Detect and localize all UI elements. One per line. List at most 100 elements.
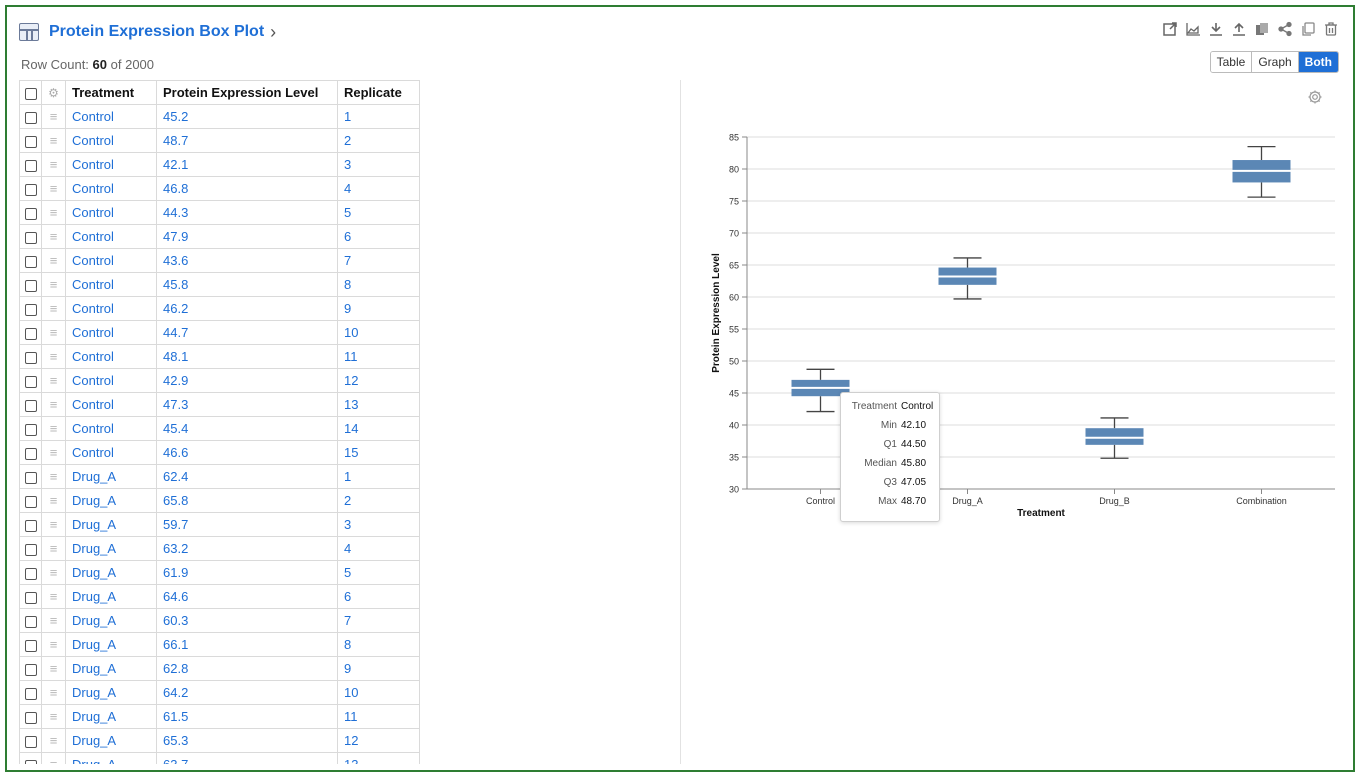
column-header-replicate[interactable]: Replicate: [337, 80, 420, 105]
column-header-protein-level[interactable]: Protein Expression Level: [156, 80, 338, 105]
share-icon[interactable]: [1277, 21, 1293, 37]
cell-protein-level[interactable]: 63.2: [156, 536, 338, 561]
drag-handle-icon[interactable]: ≡: [50, 397, 58, 412]
table-row[interactable]: ≡ Drug_A 62.8 9: [19, 656, 420, 681]
cell-replicate[interactable]: 10: [337, 320, 420, 345]
cell-protein-level[interactable]: 63.7: [156, 752, 338, 764]
cell-replicate[interactable]: 1: [337, 464, 420, 489]
cell-replicate[interactable]: 4: [337, 536, 420, 561]
row-checkbox[interactable]: [24, 303, 37, 316]
table-row[interactable]: ≡ Drug_A 65.8 2: [19, 488, 420, 513]
table-row[interactable]: ≡ Drug_A 61.5 11: [19, 704, 420, 729]
cell-protein-level[interactable]: 59.7: [156, 512, 338, 537]
row-checkbox[interactable]: [24, 159, 37, 172]
cell-replicate[interactable]: 15: [337, 440, 420, 465]
cell-treatment[interactable]: Control: [65, 320, 157, 345]
cell-replicate[interactable]: 9: [337, 656, 420, 681]
drag-handle-icon[interactable]: ≡: [50, 493, 58, 508]
row-checkbox[interactable]: [24, 399, 37, 412]
cell-replicate[interactable]: 3: [337, 512, 420, 537]
drag-handle-icon[interactable]: ≡: [50, 445, 58, 460]
drag-handle-icon[interactable]: ≡: [50, 709, 58, 724]
table-row[interactable]: ≡ Control 47.3 13: [19, 392, 420, 417]
cell-replicate[interactable]: 8: [337, 272, 420, 297]
table-row[interactable]: ≡ Control 44.7 10: [19, 320, 420, 345]
row-checkbox[interactable]: [24, 759, 37, 764]
table-row[interactable]: ≡ Control 45.4 14: [19, 416, 420, 441]
row-checkbox[interactable]: [24, 543, 37, 556]
drag-handle-icon[interactable]: ≡: [50, 133, 58, 148]
drag-handle-icon[interactable]: ≡: [50, 109, 58, 124]
cell-treatment[interactable]: Drug_A: [65, 680, 157, 705]
drag-handle-icon[interactable]: ≡: [50, 589, 58, 604]
trash-icon[interactable]: [1323, 21, 1339, 37]
cell-treatment[interactable]: Control: [65, 248, 157, 273]
cell-replicate[interactable]: 14: [337, 416, 420, 441]
table-row[interactable]: ≡ Control 47.9 6: [19, 224, 420, 249]
row-checkbox[interactable]: [24, 591, 37, 604]
row-checkbox[interactable]: [24, 663, 37, 676]
cell-protein-level[interactable]: 65.3: [156, 728, 338, 753]
cell-replicate[interactable]: 1: [337, 104, 420, 129]
table-row[interactable]: ≡ Drug_A 65.3 12: [19, 728, 420, 753]
drag-handle-icon[interactable]: ≡: [50, 325, 58, 340]
page-title[interactable]: Protein Expression Box Plot: [49, 23, 264, 41]
cell-treatment[interactable]: Control: [65, 344, 157, 369]
cell-protein-level[interactable]: 66.1: [156, 632, 338, 657]
drag-handle-icon[interactable]: ≡: [50, 469, 58, 484]
cell-protein-level[interactable]: 47.3: [156, 392, 338, 417]
table-row[interactable]: ≡ Control 46.2 9: [19, 296, 420, 321]
cell-replicate[interactable]: 8: [337, 632, 420, 657]
row-checkbox[interactable]: [24, 423, 37, 436]
cell-replicate[interactable]: 13: [337, 752, 420, 764]
cell-replicate[interactable]: 5: [337, 560, 420, 585]
row-checkbox[interactable]: [24, 135, 37, 148]
cell-replicate[interactable]: 7: [337, 608, 420, 633]
drag-handle-icon[interactable]: ≡: [50, 685, 58, 700]
cell-replicate[interactable]: 2: [337, 488, 420, 513]
cell-replicate[interactable]: 9: [337, 296, 420, 321]
cell-replicate[interactable]: 3: [337, 152, 420, 177]
cell-protein-level[interactable]: 62.4: [156, 464, 338, 489]
table-row[interactable]: ≡ Drug_A 64.2 10: [19, 680, 420, 705]
table-row[interactable]: ≡ Control 46.6 15: [19, 440, 420, 465]
cell-replicate[interactable]: 6: [337, 584, 420, 609]
cell-replicate[interactable]: 6: [337, 224, 420, 249]
cell-treatment[interactable]: Control: [65, 392, 157, 417]
table-row[interactable]: ≡ Control 48.1 11: [19, 344, 420, 369]
table-row[interactable]: ≡ Drug_A63.713: [19, 752, 420, 764]
cell-protein-level[interactable]: 47.9: [156, 224, 338, 249]
upload-icon[interactable]: [1231, 21, 1247, 37]
select-all-checkbox[interactable]: [24, 87, 37, 100]
cell-treatment[interactable]: Control: [65, 176, 157, 201]
cell-protein-level[interactable]: 61.5: [156, 704, 338, 729]
cell-treatment[interactable]: Control: [65, 368, 157, 393]
table-row[interactable]: ≡ Control 48.7 2: [19, 128, 420, 153]
cell-treatment[interactable]: Control: [65, 296, 157, 321]
table-row[interactable]: ≡ Control 44.3 5: [19, 200, 420, 225]
cell-protein-level[interactable]: 46.2: [156, 296, 338, 321]
data-table-container[interactable]: ⚙ Treatment Protein Expression Level Rep…: [19, 80, 423, 764]
drag-handle-icon[interactable]: ≡: [50, 613, 58, 628]
cell-treatment[interactable]: Drug_A: [65, 488, 157, 513]
table-row[interactable]: ≡ Drug_A 59.7 3: [19, 512, 420, 537]
row-checkbox[interactable]: [24, 711, 37, 724]
cell-protein-level[interactable]: 44.3: [156, 200, 338, 225]
drag-handle-icon[interactable]: ≡: [50, 373, 58, 388]
drag-handle-icon[interactable]: ≡: [50, 253, 58, 268]
cell-protein-level[interactable]: 48.1: [156, 344, 338, 369]
cell-protein-level[interactable]: 43.6: [156, 248, 338, 273]
cell-replicate[interactable]: 4: [337, 176, 420, 201]
chevron-right-icon[interactable]: ›: [270, 22, 276, 43]
cell-replicate[interactable]: 13: [337, 392, 420, 417]
drag-handle-icon[interactable]: ≡: [50, 637, 58, 652]
table-row[interactable]: ≡ Control 43.6 7: [19, 248, 420, 273]
cell-treatment[interactable]: Drug_A: [65, 560, 157, 585]
column-header-treatment[interactable]: Treatment: [65, 80, 157, 105]
drag-handle-icon[interactable]: ≡: [50, 229, 58, 244]
cell-treatment[interactable]: Drug_A: [65, 656, 157, 681]
cell-treatment[interactable]: Drug_A: [65, 632, 157, 657]
drag-handle-icon[interactable]: ≡: [50, 157, 58, 172]
download-icon[interactable]: [1208, 21, 1224, 37]
cell-replicate[interactable]: 11: [337, 704, 420, 729]
